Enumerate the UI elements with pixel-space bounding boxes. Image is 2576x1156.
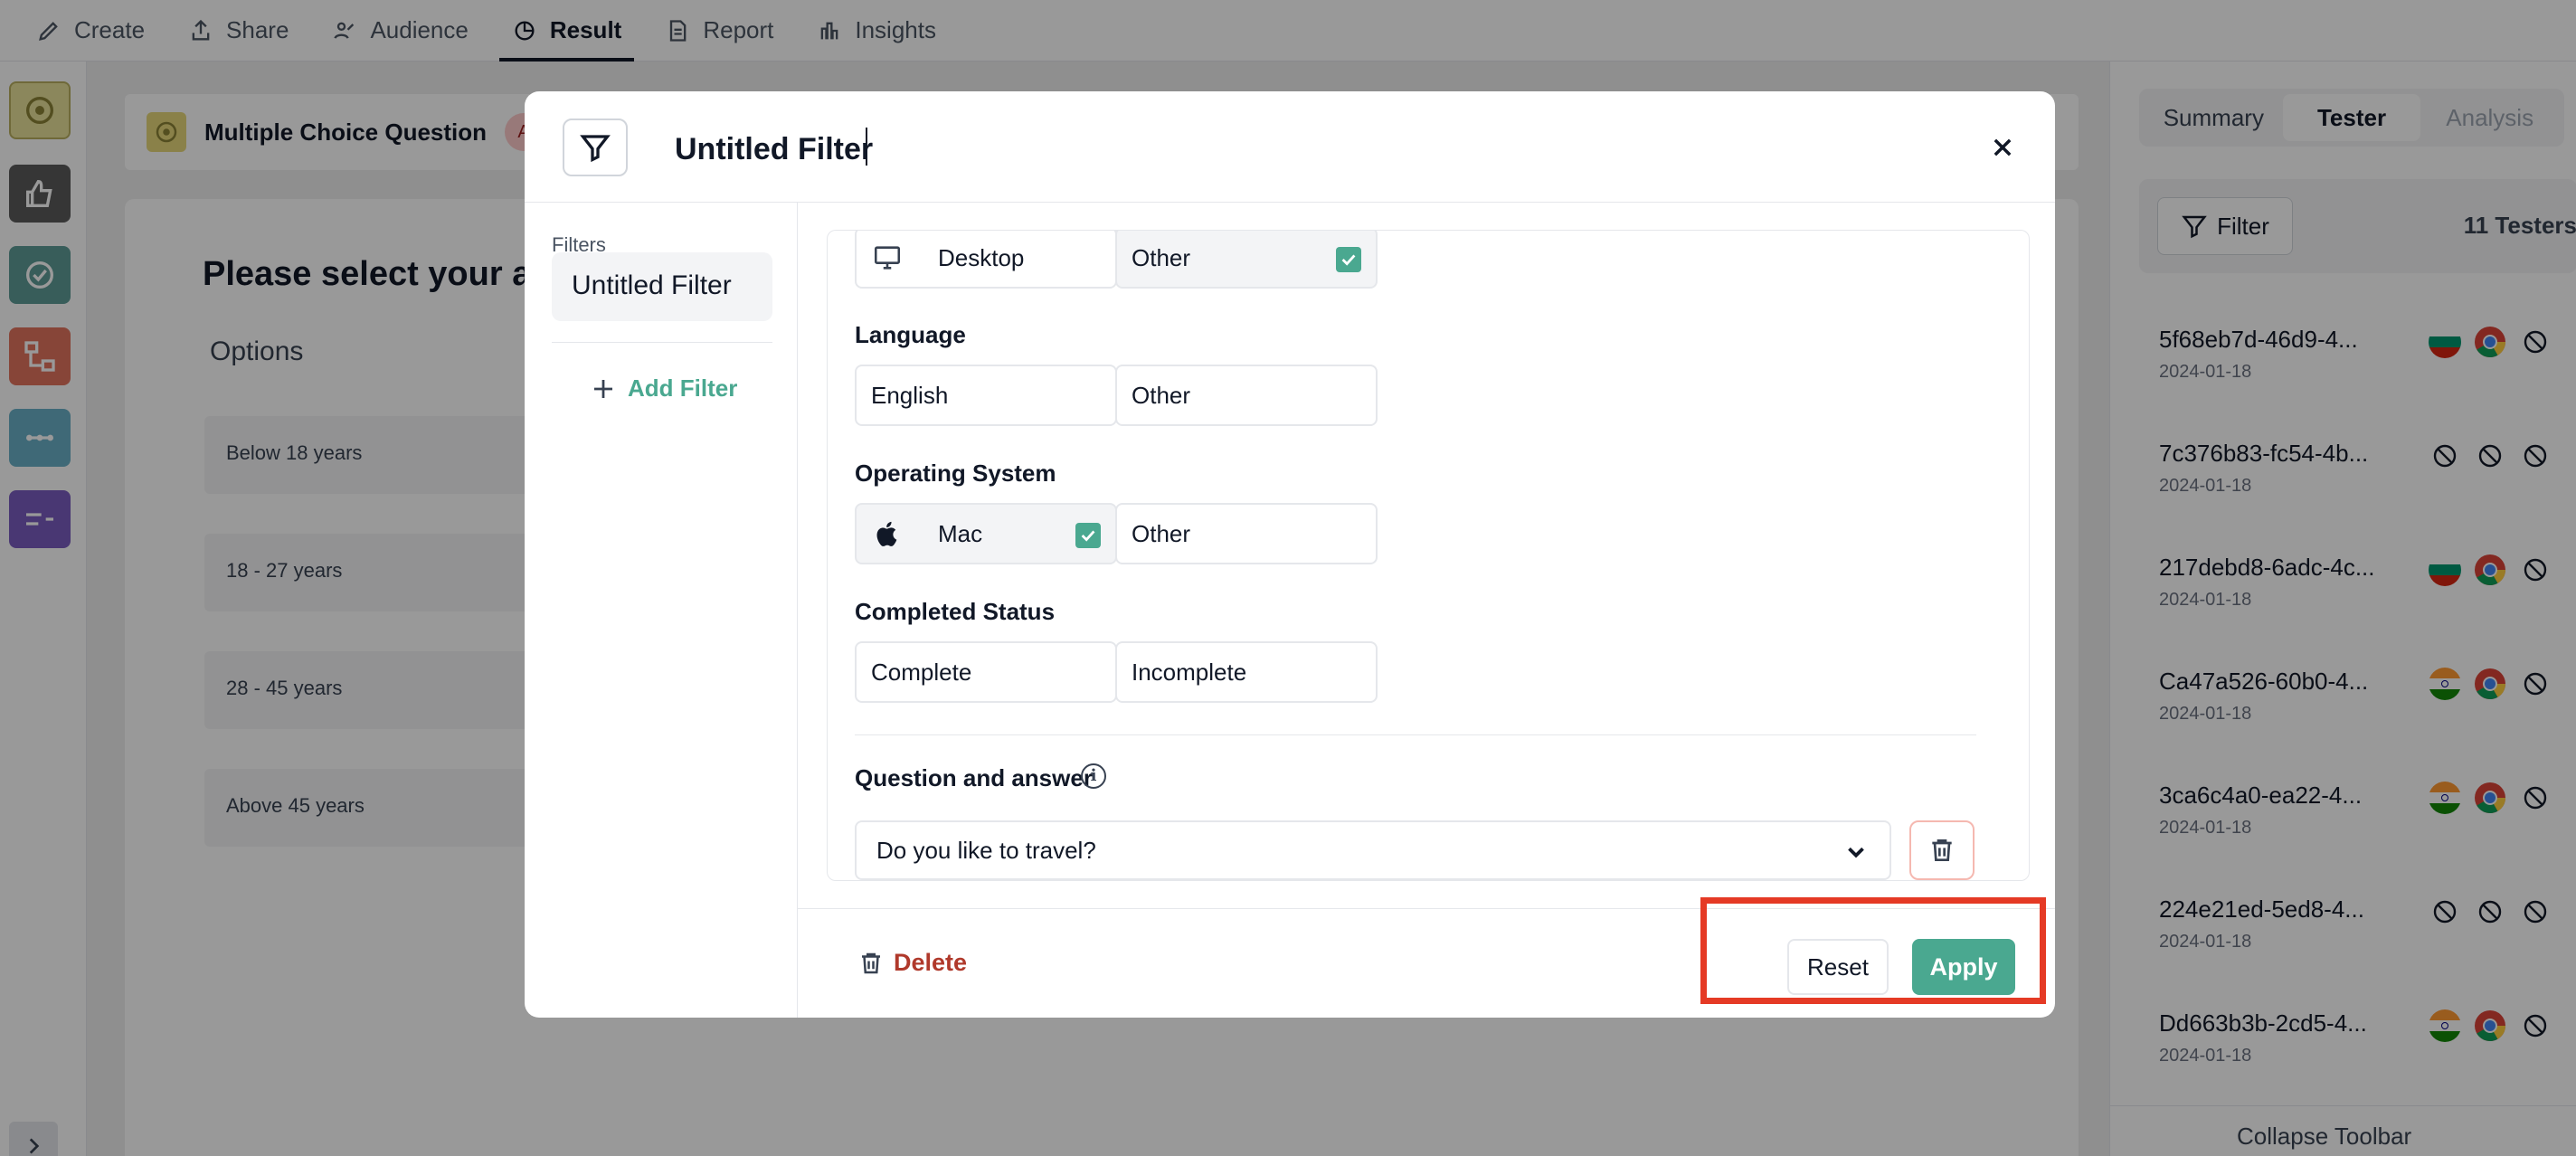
close-button[interactable] bbox=[1986, 131, 2019, 164]
filter-modal: Filters Untitled Filter Add Filter Deskt… bbox=[525, 91, 2055, 1018]
filter-sidebar: Filters Untitled Filter Add Filter bbox=[525, 203, 798, 1018]
language-other-label: Other bbox=[1132, 381, 1191, 409]
chevron-down-icon bbox=[1848, 847, 1864, 858]
qa-title: Question and answer bbox=[855, 764, 1093, 791]
filter-name-input[interactable] bbox=[675, 124, 1760, 175]
os-option-other[interactable]: Other bbox=[1115, 503, 1378, 564]
status-complete-label: Complete bbox=[871, 658, 972, 686]
status-incomplete-label: Incomplete bbox=[1132, 658, 1247, 686]
device-option-other[interactable]: Other bbox=[1115, 231, 1378, 289]
os-other-label: Other bbox=[1132, 519, 1191, 547]
filter-icon bbox=[563, 118, 628, 176]
modal-header bbox=[525, 91, 2055, 203]
checkbox-checked[interactable] bbox=[1075, 523, 1101, 548]
close-icon bbox=[1994, 138, 2012, 156]
add-filter-button[interactable]: Add Filter bbox=[590, 374, 737, 403]
os-option-mac[interactable]: Mac bbox=[855, 503, 1117, 564]
check-icon bbox=[1081, 530, 1095, 542]
device-option-desktop[interactable]: Desktop bbox=[855, 231, 1117, 289]
status-option-complete[interactable]: Complete bbox=[855, 641, 1117, 703]
trash-icon bbox=[862, 952, 880, 973]
os-mac-label: Mac bbox=[938, 519, 983, 547]
info-icon[interactable]: i bbox=[1081, 763, 1106, 789]
delete-label: Delete bbox=[894, 949, 968, 976]
question-select[interactable]: Do you like to travel? bbox=[855, 820, 1891, 880]
device-desktop-label: Desktop bbox=[938, 243, 1025, 271]
check-icon bbox=[1341, 254, 1356, 266]
trash-icon bbox=[1932, 839, 1952, 861]
monitor-icon bbox=[871, 242, 904, 274]
divider bbox=[552, 342, 772, 343]
language-english-label: English bbox=[871, 381, 949, 409]
language-option-english[interactable]: English bbox=[855, 365, 1117, 426]
status-title: Completed Status bbox=[855, 598, 1056, 625]
criteria-scroll-area[interactable]: Desktop Other Language English Other Ope… bbox=[827, 230, 2030, 881]
apple-icon bbox=[871, 517, 904, 550]
highlight-box bbox=[1700, 897, 2046, 1004]
checkbox-checked[interactable] bbox=[1336, 247, 1361, 272]
language-title: Language bbox=[855, 321, 966, 348]
divider bbox=[855, 734, 1976, 735]
status-option-incomplete[interactable]: Incomplete bbox=[1115, 641, 1378, 703]
device-other-label: Other bbox=[1132, 243, 1191, 271]
filter-list-item[interactable]: Untitled Filter bbox=[552, 252, 772, 321]
filter-criteria: Desktop Other Language English Other Ope… bbox=[798, 203, 2055, 999]
language-option-other[interactable]: Other bbox=[1115, 365, 1378, 426]
plus-icon bbox=[594, 379, 612, 398]
delete-filter-button[interactable]: Delete bbox=[857, 949, 967, 977]
question-select-value: Do you like to travel? bbox=[876, 837, 1096, 864]
text-caret bbox=[866, 128, 867, 166]
delete-question-button[interactable] bbox=[1909, 820, 1975, 880]
os-title: Operating System bbox=[855, 460, 1056, 487]
add-filter-label: Add Filter bbox=[628, 374, 738, 402]
